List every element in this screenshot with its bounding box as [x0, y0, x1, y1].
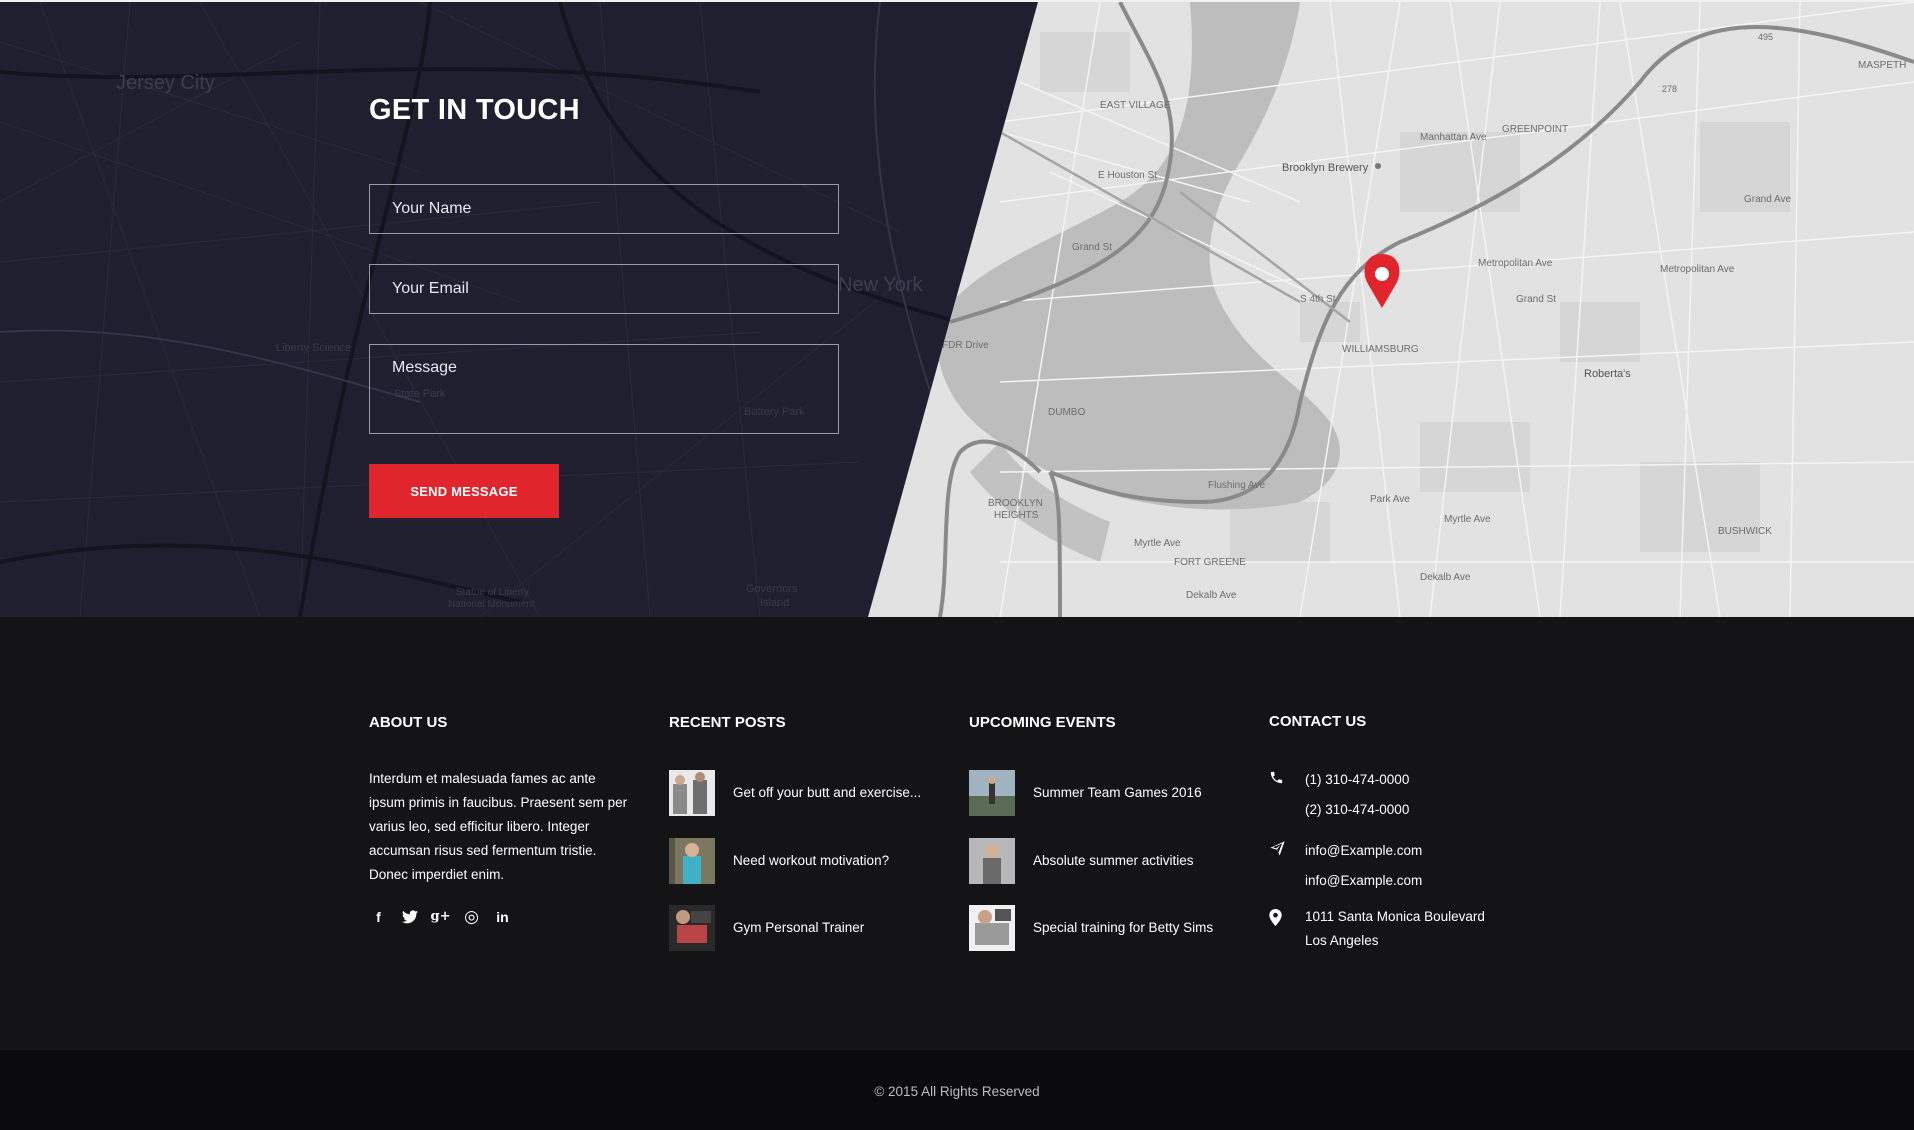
post-thumbnail-icon	[669, 905, 715, 951]
events-title: UPCOMING EVENTS	[969, 714, 1116, 731]
map-label-metropolitan-ave: Metropolitan Ave	[1478, 258, 1553, 269]
map-label-fdr-drive: FDR Drive	[942, 340, 989, 351]
phone-number-1[interactable]: (1) 310-474-0000	[1305, 765, 1409, 795]
map-label-east-village: EAST VILLAGE	[1100, 100, 1171, 111]
event-item[interactable]: Special training for Betty Sims	[969, 905, 1229, 951]
post-title: Gym Personal Trainer	[733, 920, 865, 935]
email-row: info@Example.com info@Example.com	[1269, 836, 1529, 896]
map-label-manhattan-ave: Manhattan Ave	[1420, 132, 1487, 143]
email-address-1[interactable]: info@Example.com	[1305, 836, 1422, 866]
map-label-myrtle-ave-east: Myrtle Ave	[1444, 514, 1491, 525]
about-text: Interdum et malesuada fames ac ante ipsu…	[369, 771, 628, 882]
map-label-new-york: New York	[838, 274, 923, 296]
event-thumbnail-icon	[969, 905, 1015, 951]
map-label-maspeth: MASPETH	[1858, 60, 1907, 71]
map-label-greenpoint: GREENPOINT	[1502, 124, 1569, 135]
map-label-grand-st: Grand St	[1516, 294, 1557, 305]
send-message-button[interactable]: SEND MESSAGE	[369, 464, 559, 518]
event-thumbnail-icon	[969, 770, 1015, 816]
phone-glyph	[1270, 771, 1283, 783]
post-thumbnail-graphic	[669, 838, 715, 884]
address-row: 1011 Santa Monica Boulevard Los Angeles	[1269, 905, 1529, 953]
map-label-robertas: Roberta's	[1584, 368, 1631, 380]
map-label-heights: HEIGHTS	[994, 510, 1039, 521]
event-title: Summer Team Games 2016	[1033, 785, 1202, 800]
post-item[interactable]: Get off your butt and exercise...	[669, 770, 929, 816]
about-title: ABOUT US	[369, 714, 448, 731]
copyright-text: © 2015 All Rights Reserved	[874, 1084, 1040, 1099]
map-label-route-278: 278	[1662, 84, 1678, 94]
map-label-grand-st-west: Grand St	[1072, 242, 1113, 253]
event-thumbnail-icon	[969, 838, 1015, 884]
map-label-bushwick: BUSHWICK	[1718, 526, 1772, 537]
map-label-grand-ave: Grand Ave	[1744, 194, 1792, 205]
event-title: Special training for Betty Sims	[1033, 920, 1214, 935]
address-line-2: Los Angeles	[1305, 933, 1379, 948]
post-thumbnail-icon	[669, 770, 715, 816]
footer: ABOUT US Interdum et malesuada fames ac …	[0, 617, 1914, 1050]
event-thumbnail-graphic	[969, 770, 1015, 816]
contact-form: GET IN TOUCH SEND MESSAGE	[369, 2, 839, 617]
address-line-1: 1011 Santa Monica Boulevard	[1305, 909, 1485, 924]
map-label-williamsburg: WILLIAMSBURG	[1342, 344, 1419, 355]
facebook-icon[interactable]: f	[369, 907, 388, 926]
post-thumbnail-icon	[669, 838, 715, 884]
map-label-e-houston-st: E Houston St	[1098, 170, 1157, 181]
location-pin-glyph	[1269, 908, 1282, 926]
twitter-icon[interactable]	[400, 907, 419, 926]
map-label-brooklyn-brewery: Brooklyn Brewery	[1282, 162, 1369, 174]
map-label-flushing-ave: Flushing Ave	[1208, 480, 1266, 491]
event-thumbnail-graphic	[969, 905, 1015, 951]
map-label-jersey-city: Jersey City	[116, 72, 215, 94]
map-label-fort-greene: FORT GREENE	[1174, 557, 1246, 568]
contact-section: Jersey City New York Liberty Science Sta…	[0, 2, 1914, 617]
social-links: f g+ ◎ in	[369, 907, 512, 926]
post-title: Get off your butt and exercise...	[733, 785, 922, 800]
linkedin-icon[interactable]: in	[493, 907, 512, 926]
map-label-park-ave: Park Ave	[1370, 494, 1410, 505]
email-address-2[interactable]: info@Example.com	[1305, 866, 1422, 896]
post-thumbnail-graphic	[669, 905, 715, 951]
map-label-route-495: 495	[1758, 32, 1774, 42]
posts-title: RECENT POSTS	[669, 714, 786, 731]
contact-title: GET IN TOUCH	[369, 94, 580, 126]
phone-number-2[interactable]: (2) 310-474-0000	[1305, 795, 1409, 825]
email-input[interactable]	[369, 264, 839, 314]
event-title: Absolute summer activities	[1033, 853, 1194, 868]
name-input[interactable]	[369, 184, 839, 234]
location-pin-icon	[1269, 905, 1305, 929]
post-item[interactable]: Need workout motivation?	[669, 838, 929, 884]
twitter-glyph	[401, 909, 418, 923]
post-thumbnail-graphic	[669, 770, 715, 816]
phone-icon	[1269, 765, 1305, 789]
map-label-brooklyn: BROOKLYN	[988, 498, 1043, 509]
google-plus-icon[interactable]: g+	[431, 907, 451, 926]
message-textarea[interactable]	[369, 344, 839, 434]
event-thumbnail-graphic	[969, 838, 1015, 884]
map-label-liberty-science: Liberty Science	[276, 342, 352, 354]
map-label-s-4th-st: S 4th St	[1300, 294, 1336, 305]
contact-us-title: CONTACT US	[1269, 713, 1367, 730]
phone-row: (1) 310-474-0000 (2) 310-474-0000	[1269, 765, 1529, 825]
post-item[interactable]: Gym Personal Trainer	[669, 905, 929, 951]
paper-plane-icon	[1269, 836, 1305, 860]
map-label-dumbo: DUMBO	[1048, 407, 1086, 418]
map-label-myrtle-ave: Myrtle Ave	[1134, 538, 1181, 549]
map-label-dekalb-ave-east: Dekalb Ave	[1420, 572, 1471, 583]
map-label-dekalb-ave: Dekalb Ave	[1186, 590, 1237, 601]
dribbble-icon[interactable]: ◎	[462, 907, 481, 926]
map-label-metropolitan-ave-east: Metropolitan Ave	[1660, 264, 1735, 275]
paper-plane-glyph	[1270, 840, 1285, 856]
footer-bottom-bar: © 2015 All Rights Reserved	[0, 1050, 1914, 1130]
post-title: Need workout motivation?	[733, 853, 890, 868]
event-item[interactable]: Absolute summer activities	[969, 838, 1229, 884]
event-item[interactable]: Summer Team Games 2016	[969, 770, 1229, 816]
